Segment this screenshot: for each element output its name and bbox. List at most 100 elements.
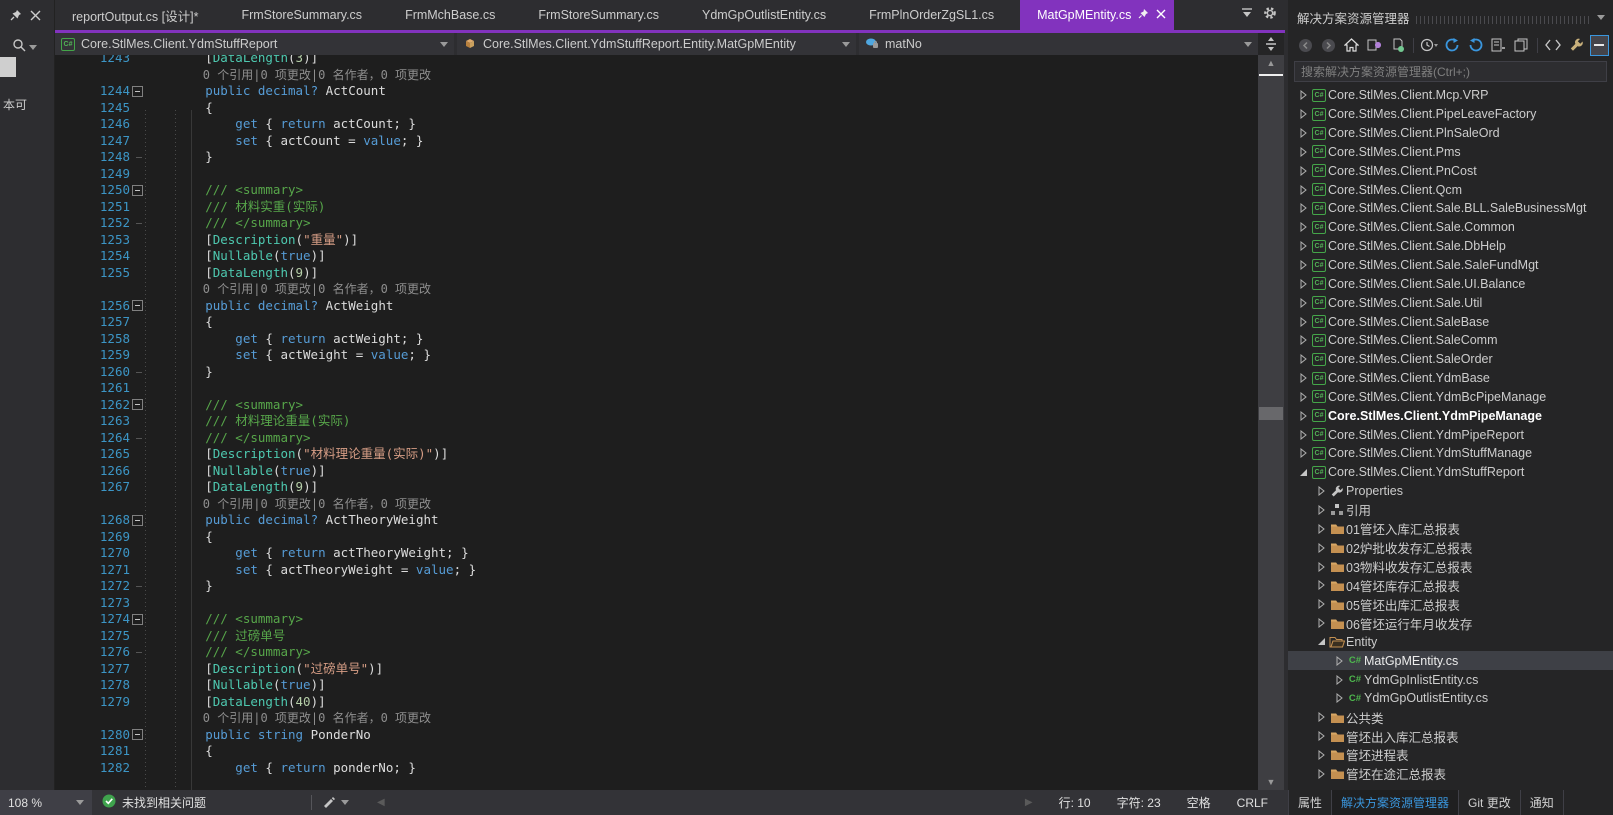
dock-tab[interactable]: 通知 (1521, 790, 1564, 815)
code-line[interactable]: 1247set { actCount = value; } (55, 133, 1258, 150)
collapse-region-icon[interactable] (132, 729, 143, 740)
code-line[interactable]: 1250/// <summary> (55, 182, 1258, 199)
codelens-row[interactable]: 0 个引用|0 项更改|0 名作者，0 项更改 (55, 710, 1258, 727)
solution-search-input[interactable] (1294, 61, 1607, 82)
code-line[interactable]: 1274/// <summary> (55, 611, 1258, 628)
codelens-text[interactable]: 0 个引用|0 项更改|0 名作者，0 项更改 (145, 67, 431, 84)
line-number[interactable]: 1260 (55, 364, 130, 381)
collapsed-arrow-icon[interactable] (1296, 317, 1310, 327)
code-line[interactable]: 1276/// </summary> (55, 644, 1258, 661)
collapsed-arrow-icon[interactable] (1314, 543, 1328, 553)
update-icon[interactable] (1466, 35, 1485, 56)
code-text[interactable]: [Description("重量")] (145, 232, 358, 249)
line-number[interactable]: 1252 (55, 215, 130, 232)
line-number[interactable]: 1273 (55, 595, 130, 612)
tree-item[interactable]: C#Core.StlMes.Client.SaleOrder (1288, 350, 1613, 369)
line-number[interactable]: 1256 (55, 298, 130, 315)
fold-margin[interactable] (130, 529, 145, 546)
line-number[interactable]: 1261 (55, 380, 130, 397)
fold-margin[interactable] (130, 265, 145, 282)
fold-margin[interactable] (130, 347, 145, 364)
tree-item[interactable]: 05管坯出库汇总报表 (1288, 595, 1613, 614)
fold-margin[interactable] (130, 479, 145, 496)
code-text[interactable]: /// 过磅单号 (145, 628, 285, 645)
collapsed-arrow-icon[interactable] (1296, 147, 1310, 157)
collapsed-arrow-icon[interactable] (1296, 448, 1310, 458)
panel-menu-caret-icon[interactable] (1597, 15, 1605, 20)
code-line[interactable]: 1245{ (55, 100, 1258, 117)
collapsed-arrow-icon[interactable] (1314, 618, 1328, 628)
pin-icon[interactable] (10, 8, 22, 26)
collapsed-arrow-icon[interactable] (1296, 392, 1310, 402)
collapsed-arrow-icon[interactable] (1296, 128, 1310, 138)
codelens-row[interactable]: 0 个引用|0 项更改|0 名作者，0 项更改 (55, 281, 1258, 298)
editor-vertical-scrollbar[interactable]: ▲ ▼ (1258, 55, 1284, 790)
code-text[interactable]: [Description("过磅单号")] (145, 661, 383, 678)
fold-margin[interactable] (130, 149, 145, 166)
scrollbar-thumb[interactable] (1259, 407, 1283, 420)
dock-tab[interactable]: Git 更改 (1459, 790, 1521, 815)
fold-margin[interactable] (130, 116, 145, 133)
line-number[interactable]: 1246 (55, 116, 130, 133)
collapsed-arrow-icon[interactable] (1314, 731, 1328, 741)
line-number[interactable]: 1282 (55, 760, 130, 777)
tree-item[interactable]: C#YdmGpInlistEntity.cs (1288, 670, 1613, 689)
column-indicator[interactable]: 字符: 23 (1117, 794, 1161, 811)
fold-margin[interactable] (130, 331, 145, 348)
code-line[interactable]: 1248} (55, 149, 1258, 166)
code-line[interactable]: 1281{ (55, 743, 1258, 760)
collapsed-arrow-icon[interactable] (1296, 279, 1310, 289)
code-editor[interactable]: 1243[DataLength(3)]0 个引用|0 项更改|0 名作者，0 项… (55, 55, 1258, 790)
fold-margin[interactable] (130, 199, 145, 216)
collapsed-arrow-icon[interactable] (1332, 675, 1346, 685)
collapsed-arrow-icon[interactable] (1314, 599, 1328, 609)
tree-item[interactable]: 06管坯运行年月收发存 (1288, 614, 1613, 633)
fold-margin[interactable] (130, 380, 145, 397)
line-number[interactable]: 1280 (55, 727, 130, 744)
tree-item[interactable]: C#YdmGpOutlistEntity.cs (1288, 689, 1613, 708)
code-line[interactable]: 1261 (55, 380, 1258, 397)
properties-wrench-icon[interactable] (1567, 35, 1586, 56)
tree-item[interactable]: C#Core.StlMes.Client.PlnSaleOrd (1288, 124, 1613, 143)
tree-item[interactable]: 01管坯入库汇总报表 (1288, 519, 1613, 538)
codelens-row[interactable]: 0 个引用|0 项更改|0 名作者，0 项更改 (55, 496, 1258, 513)
fold-margin[interactable] (130, 727, 145, 744)
line-number[interactable]: 1267 (55, 479, 130, 496)
line-number[interactable]: 1262 (55, 397, 130, 414)
collapsed-arrow-icon[interactable] (1314, 486, 1328, 496)
code-line[interactable]: 1256 public decimal? ActWeight (55, 298, 1258, 315)
code-line[interactable]: 1272} (55, 578, 1258, 595)
code-text[interactable]: public decimal? ActWeight (145, 298, 393, 315)
code-text[interactable]: get { return actTheoryWeight; } (145, 545, 469, 562)
code-line[interactable]: 1257{ (55, 314, 1258, 331)
forward-icon[interactable] (1319, 35, 1338, 56)
tree-item[interactable]: C#Core.StlMes.Client.YdmStuffReport (1288, 463, 1613, 482)
close-icon[interactable] (30, 8, 41, 26)
collapse-region-icon[interactable] (132, 86, 143, 97)
close-icon[interactable] (1156, 8, 1166, 22)
document-tab[interactable]: MatGpMEntity.cs (1020, 0, 1174, 30)
code-text[interactable]: [Nullable(true)] (145, 248, 326, 265)
tree-item[interactable]: C#Core.StlMes.Client.SaleComm (1288, 331, 1613, 350)
code-line[interactable]: 1269{ (55, 529, 1258, 546)
code-text[interactable]: /// <summary> (145, 611, 303, 628)
fold-margin[interactable] (130, 314, 145, 331)
codelens-text[interactable]: 0 个引用|0 项更改|0 名作者，0 项更改 (145, 496, 431, 513)
line-number[interactable]: 1258 (55, 331, 130, 348)
code-line[interactable]: 1267[DataLength(9)] (55, 479, 1258, 496)
code-line[interactable]: 1254[Nullable(true)] (55, 248, 1258, 265)
code-line[interactable]: 1253[Description("重量")] (55, 232, 1258, 249)
tree-item[interactable]: C#Core.StlMes.Client.YdmPipeReport (1288, 425, 1613, 444)
tree-item[interactable]: 公共类 (1288, 708, 1613, 727)
collapsed-arrow-icon[interactable] (1296, 335, 1310, 345)
fold-margin[interactable] (130, 182, 145, 199)
tree-item[interactable]: C#Core.StlMes.Client.Mcp.VRP (1288, 86, 1613, 105)
collapsed-arrow-icon[interactable] (1314, 769, 1328, 779)
code-text[interactable]: { (145, 100, 213, 117)
code-text[interactable]: [DataLength(40)] (145, 694, 326, 711)
home-icon[interactable] (1342, 35, 1361, 56)
fold-margin[interactable] (130, 595, 145, 612)
code-line[interactable]: 1279[DataLength(40)] (55, 694, 1258, 711)
fold-margin[interactable] (130, 545, 145, 562)
fold-margin[interactable] (130, 248, 145, 265)
